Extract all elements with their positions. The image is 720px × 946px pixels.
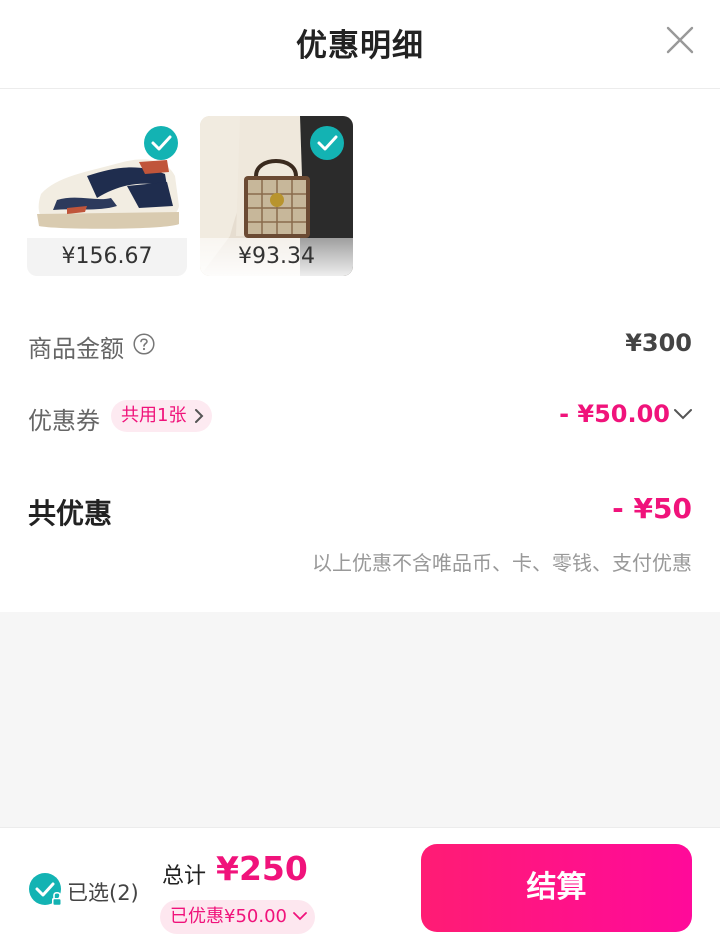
selected-check-icon	[310, 126, 344, 160]
sheet-title: 优惠明细	[296, 28, 424, 64]
discount-detail-sheet: 优惠明细 ¥156.67 ¥93.34 商品金额 ¥300 优惠券 共用1张 -…	[0, 0, 720, 612]
discount-note: 以上优惠不含唯品币、卡、零钱、支付优惠	[312, 551, 692, 575]
product-thumb-handbag[interactable]: ¥93.34	[200, 116, 353, 276]
selected-count: 已选(2)	[67, 881, 139, 905]
checkout-button[interactable]: 结算	[421, 844, 692, 932]
product-price: ¥93.34	[200, 238, 353, 276]
saved-amount-pill[interactable]: 已优惠¥50.00	[160, 900, 315, 934]
saved-amount-text: 已优惠¥50.00	[170, 906, 287, 927]
chevron-down-icon[interactable]	[674, 408, 692, 420]
selected-check-icon	[144, 126, 178, 160]
product-thumb-sneaker[interactable]: ¥156.67	[27, 116, 187, 276]
total-price: ¥250	[216, 849, 308, 888]
total-discount-label: 共优惠	[28, 497, 113, 530]
goods-amount-value: ¥300	[625, 329, 692, 357]
coupon-count-text: 共用1张	[121, 405, 187, 426]
checkout-bar: 已选(2) 总计 ¥250 已优惠¥50.00 结算	[0, 827, 720, 946]
goods-amount-label: 商品金额	[28, 335, 124, 363]
question-circle-icon[interactable]	[133, 333, 155, 355]
sheet-header: 优惠明细	[0, 0, 720, 89]
chevron-right-icon	[195, 409, 204, 423]
total-discount-value: - ¥50	[612, 492, 692, 525]
product-price: ¥156.67	[27, 238, 187, 276]
select-all-check-icon[interactable]	[28, 872, 64, 908]
chevron-down-icon	[293, 912, 307, 921]
coupon-label: 优惠券	[28, 407, 100, 435]
close-icon[interactable]	[664, 24, 696, 56]
coupon-discount-value: - ¥50.00	[559, 400, 670, 428]
total-label: 总计	[162, 864, 207, 889]
coupon-count-tag[interactable]: 共用1张	[111, 400, 213, 432]
